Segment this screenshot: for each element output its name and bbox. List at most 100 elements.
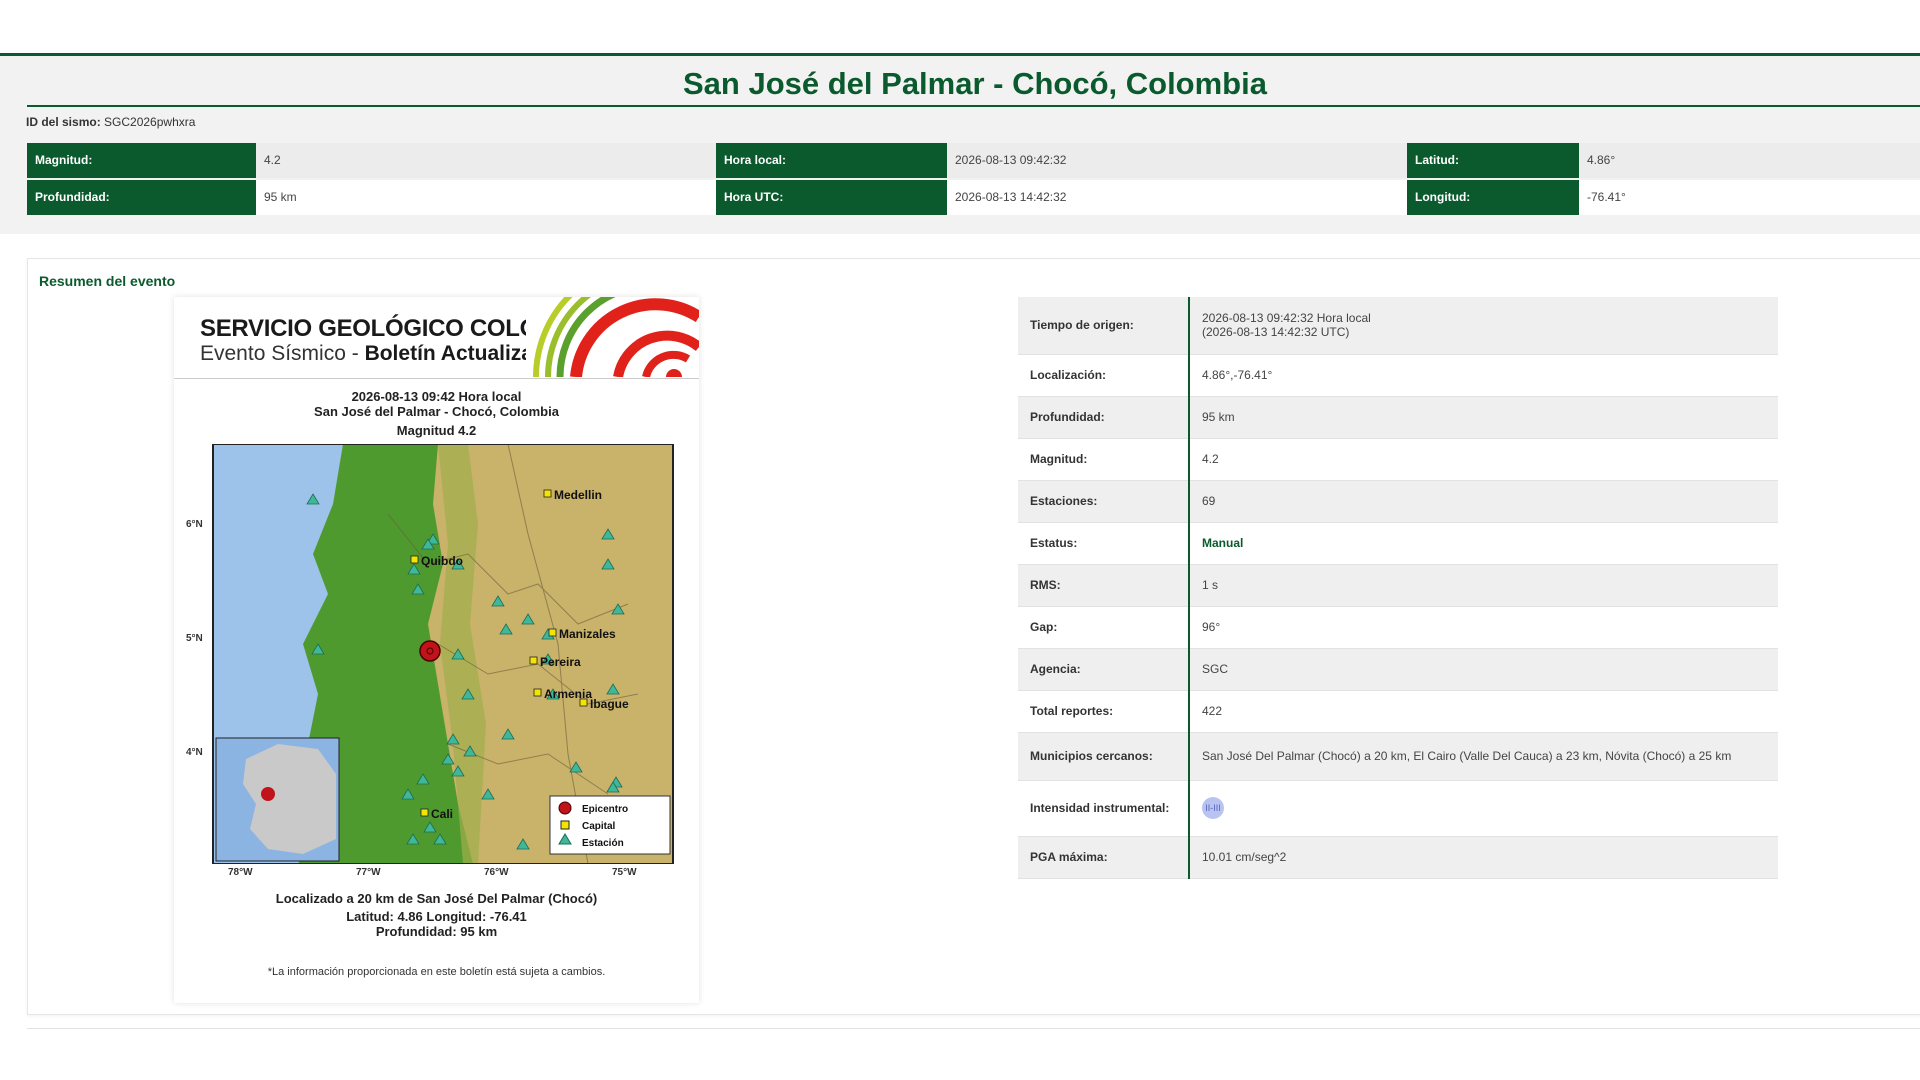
bulletin-place: San José del Palmar - Chocó, Colombia xyxy=(314,404,559,419)
depth-value: 95 km xyxy=(256,180,716,215)
magnitude-row-label: Magnitud: xyxy=(1018,438,1190,480)
agency-value: SGC xyxy=(1189,648,1778,690)
location-label: Localización: xyxy=(1018,354,1190,396)
sgc-logo-arcs xyxy=(526,297,699,377)
table-row: Estatus: Manual xyxy=(1018,522,1778,564)
bulletin-subtitle: Evento Sísmico - Boletín Actualizado xyxy=(200,342,559,366)
city-label-armenia: Armenia xyxy=(544,687,592,701)
rms-value: 1 s xyxy=(1189,564,1778,606)
city-label-ibague: Ibague xyxy=(590,697,629,711)
depth-row-value: 95 km xyxy=(1189,396,1778,438)
local-time-value: 2026-08-13 09:42:32 xyxy=(947,143,1407,178)
city-label-pereira: Pereira xyxy=(540,655,581,669)
agency-label: Agencia: xyxy=(1018,648,1190,690)
map-legend: Epicentro Capital Estación xyxy=(549,795,671,855)
table-row: Tiempo de origen: 2026-08-13 09:42:32 Ho… xyxy=(1018,297,1778,354)
reports-value: 422 xyxy=(1189,690,1778,732)
table-row: Estaciones: 69 xyxy=(1018,480,1778,522)
magnitude-value: 4.2 xyxy=(256,143,716,178)
capital-marker-manizales xyxy=(548,628,557,637)
bulletin-datetime: 2026-08-13 09:42 Hora local xyxy=(351,389,522,404)
city-label-medellin: Medellin xyxy=(554,488,602,502)
legend-epicenter: Epicentro xyxy=(582,804,628,815)
depth-label: Profundidad: xyxy=(27,180,256,215)
stations-label: Estaciones: xyxy=(1018,480,1190,522)
capital-marker-pereira xyxy=(529,656,538,665)
capital-marker-armenia xyxy=(533,688,542,697)
intensity-badge[interactable]: II-III xyxy=(1202,797,1224,819)
city-label-quibdo: Quibdo xyxy=(421,554,463,568)
city-label-manizales: Manizales xyxy=(559,627,616,641)
section-title: Resumen del evento xyxy=(39,273,176,289)
table-row: Profundidad: 95 km xyxy=(1018,396,1778,438)
table-row: RMS: 1 s xyxy=(1018,564,1778,606)
intensity-label: Intensidad instrumental: xyxy=(1018,780,1190,836)
reports-label: Total reportes: xyxy=(1018,690,1190,732)
event-id-value: SGC2026pwhxra xyxy=(104,115,196,129)
location-value: 4.86°,-76.41° xyxy=(1189,354,1778,396)
bulletin-location: Localizado a 20 km de San José Del Palma… xyxy=(275,891,598,906)
table-row: PGA máxima: 10.01 cm/seg^2 xyxy=(1018,836,1778,878)
pga-label: PGA máxima: xyxy=(1018,836,1190,878)
origin-time-label: Tiempo de origen: xyxy=(1018,297,1190,354)
origin-time-value: 2026-08-13 09:42:32 Hora local (2026-08-1… xyxy=(1189,297,1778,354)
origin-time-utc: (2026-08-13 14:42:32 UTC) xyxy=(1202,325,1350,340)
legend-station: Estación xyxy=(582,838,624,849)
page-title: San José del Palmar - Chocó, Colombia xyxy=(683,66,1267,101)
magnitude-row-value: 4.2 xyxy=(1189,438,1778,480)
city-label-cali: Cali xyxy=(431,807,453,821)
capital-marker-cali xyxy=(420,808,429,817)
bulletin-coords: Latitud: 4.86 Longitud: -76.41 xyxy=(346,909,527,924)
gap-value: 96° xyxy=(1189,606,1778,648)
utc-time-label: Hora UTC: xyxy=(716,180,947,215)
pga-value: 10.01 cm/seg^2 xyxy=(1189,836,1778,878)
table-row: Total reportes: 422 xyxy=(1018,690,1778,732)
event-id-label: ID del sismo: xyxy=(26,115,101,129)
depth-row-label: Profundidad: xyxy=(1018,396,1190,438)
gap-label: Gap: xyxy=(1018,606,1190,648)
origin-time-local: 2026-08-13 09:42:32 Hora local xyxy=(1202,311,1371,326)
bulletin-subtitle-prefix: Evento Sísmico - xyxy=(200,342,365,365)
latitude-label: Latitud: xyxy=(1407,143,1579,178)
capital-marker-medellin xyxy=(543,489,552,498)
nearby-label: Municipios cercanos: xyxy=(1018,732,1190,780)
bulletin-disclaimer: *La información proporcionada en este bo… xyxy=(267,966,606,978)
legend-capital: Capital xyxy=(582,821,616,832)
event-id: ID del sismo: SGC2026pwhxra xyxy=(26,115,195,129)
status-value-cell: Manual xyxy=(1189,522,1778,564)
bulletin-divider xyxy=(174,378,699,379)
inset-epicenter xyxy=(261,787,275,801)
nearby-value: San José Del Palmar (Chocó) a 20 km, El … xyxy=(1189,732,1778,780)
lon-tick-78w: 78°W xyxy=(228,867,253,878)
table-row: Magnitud: 4.2 xyxy=(1018,438,1778,480)
epicenter-marker xyxy=(419,640,441,662)
lat-tick-6n: 6°N xyxy=(186,519,203,530)
lon-tick-77w: 77°W xyxy=(356,867,381,878)
bulletin-image[interactable]: SERVICIO GEOLÓGICO COLOMBIANO Evento Sís… xyxy=(174,297,699,1003)
bulletin-magnitude: Magnitud 4.2 xyxy=(396,423,477,438)
longitude-value: -76.41° xyxy=(1579,180,1920,215)
intensity-value-cell: II-III xyxy=(1189,780,1778,836)
bulletin-depth: Profundidad: 95 km xyxy=(375,924,498,939)
event-details-table: Tiempo de origen: 2026-08-13 09:42:32 Ho… xyxy=(1018,297,1778,879)
lon-tick-76w: 76°W xyxy=(484,867,509,878)
table-row: Localización: 4.86°,-76.41° xyxy=(1018,354,1778,396)
longitude-label: Longitud: xyxy=(1407,180,1579,215)
status-label: Estatus: xyxy=(1018,522,1190,564)
lat-tick-4n: 4°N xyxy=(186,747,203,758)
magnitude-label: Magnitud: xyxy=(27,143,256,178)
epicenter-map: Medellin Quibdo Manizales Pereira Armeni… xyxy=(212,444,674,864)
rms-label: RMS: xyxy=(1018,564,1190,606)
table-row: Gap: 96° xyxy=(1018,606,1778,648)
title-divider xyxy=(27,105,1920,107)
table-row: Intensidad instrumental: II-III xyxy=(1018,780,1778,836)
lon-tick-75w: 75°W xyxy=(612,867,637,878)
stations-value: 69 xyxy=(1189,480,1778,522)
table-row: Agencia: SGC xyxy=(1018,648,1778,690)
bottom-divider xyxy=(27,1028,1920,1029)
utc-time-value: 2026-08-13 14:42:32 xyxy=(947,180,1407,215)
lat-tick-5n: 5°N xyxy=(186,633,203,644)
capital-marker-quibdo xyxy=(410,555,419,564)
table-row: Municipios cercanos: San José Del Palmar … xyxy=(1018,732,1778,780)
local-time-label: Hora local: xyxy=(716,143,947,178)
